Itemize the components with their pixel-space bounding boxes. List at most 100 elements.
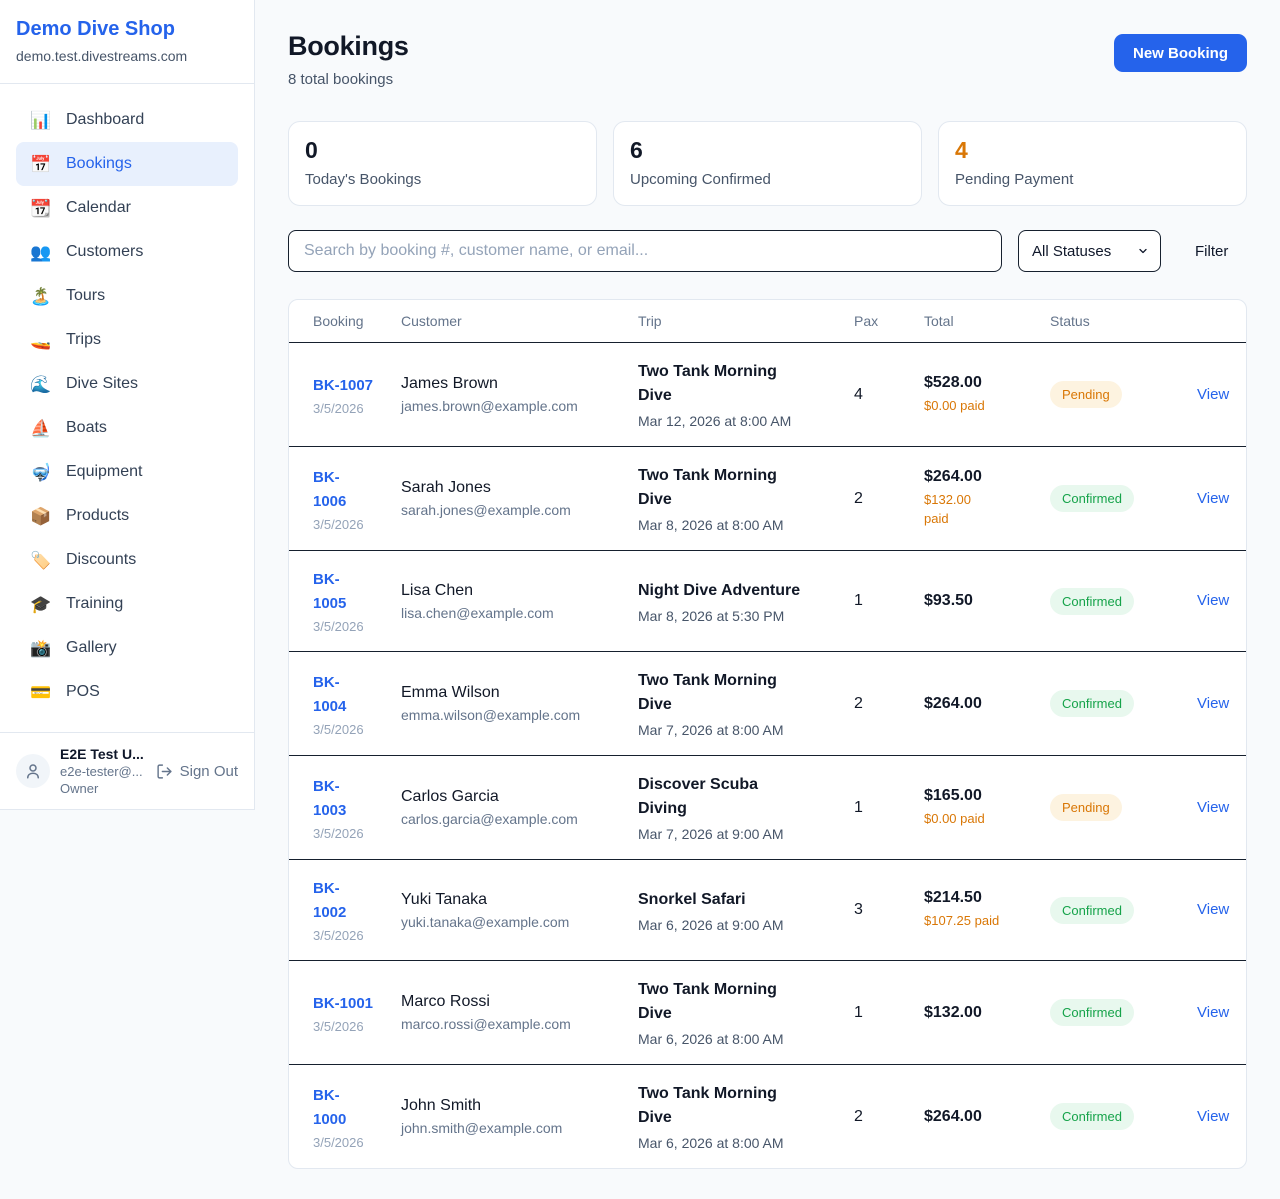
trip-name: Night Dive Adventure — [638, 579, 846, 603]
stat-label: Today's Bookings — [305, 171, 580, 188]
view-link[interactable]: View — [1197, 1004, 1229, 1021]
stat-card-upcoming-confirmed: 6 Upcoming Confirmed — [613, 121, 922, 206]
status-badge: Confirmed — [1050, 485, 1134, 512]
customer-name: Yuki Tanaka — [401, 891, 630, 909]
pos-icon: 💳 — [30, 684, 52, 701]
trip-datetime: Mar 6, 2026 at 8:00 AM — [638, 1031, 846, 1047]
sidebar-user-footer: E2E Test U... e2e-tester@... Owner Sign … — [0, 732, 254, 809]
sidebar-item-trips[interactable]: 🚤 Trips — [16, 318, 238, 362]
trip-name: Discover Scuba Diving — [638, 773, 846, 821]
trip-name: Two Tank Morning Dive — [638, 360, 846, 408]
booking-id-link[interactable]: BK- 1003 — [313, 775, 346, 823]
sidebar-item-calendar[interactable]: 📆 Calendar — [16, 186, 238, 230]
brand-title: Demo Dive Shop — [16, 17, 238, 41]
table-row: BK- 1005 3/5/2026 Lisa Chen lisa.chen@ex… — [289, 551, 1246, 652]
stat-value: 0 — [305, 137, 580, 164]
booking-id-link[interactable]: BK- 1005 — [313, 568, 346, 616]
view-link[interactable]: View — [1197, 386, 1229, 403]
page-title: Bookings — [288, 31, 409, 62]
sidebar-item-dashboard[interactable]: 📊 Dashboard — [16, 98, 238, 142]
sidebar-item-label: Tours — [66, 287, 105, 305]
discounts-icon: 🏷️ — [30, 552, 52, 569]
pax-count: 2 — [854, 695, 863, 712]
customer-name: John Smith — [401, 1097, 630, 1115]
view-link[interactable]: View — [1197, 799, 1229, 816]
trip-datetime: Mar 6, 2026 at 9:00 AM — [638, 917, 846, 933]
training-icon: 🎓 — [30, 596, 52, 613]
total-amount: $264.00 — [924, 468, 1042, 486]
total-amount: $165.00 — [924, 787, 1042, 805]
bookings-table: Booking Customer Trip Pax Total Status B… — [289, 300, 1246, 1168]
chevron-down-icon — [1137, 245, 1149, 257]
sidebar-item-label: Dashboard — [66, 111, 144, 129]
sidebar-item-products[interactable]: 📦 Products — [16, 494, 238, 538]
booking-id-link[interactable]: BK-1007 — [313, 374, 373, 398]
sidebar-item-tours[interactable]: 🏝️ Tours — [16, 274, 238, 318]
bookings-icon: 📅 — [30, 156, 52, 173]
pax-count: 2 — [854, 490, 863, 507]
pax-count: 2 — [854, 1108, 863, 1125]
trips-icon: 🚤 — [30, 332, 52, 349]
status-select[interactable]: All Statuses — [1018, 230, 1161, 272]
trip-name: Snorkel Safari — [638, 888, 846, 912]
booking-date: 3/5/2026 — [313, 928, 393, 943]
view-link[interactable]: View — [1197, 490, 1229, 507]
sidebar-item-label: Equipment — [66, 463, 143, 481]
sign-out-button[interactable]: Sign Out — [156, 763, 238, 780]
trip-name: Two Tank Morning Dive — [638, 669, 846, 717]
table-header-row: Booking Customer Trip Pax Total Status — [289, 300, 1246, 343]
status-badge: Confirmed — [1050, 999, 1134, 1026]
sidebar-item-discounts[interactable]: 🏷️ Discounts — [16, 538, 238, 582]
column-header-actions — [1173, 300, 1246, 343]
table-row: BK- 1006 3/5/2026 Sarah Jones sarah.jone… — [289, 447, 1246, 551]
sidebar-item-boats[interactable]: ⛵ Boats — [16, 406, 238, 450]
customer-name: Carlos Garcia — [401, 788, 630, 806]
trip-name: Two Tank Morning Dive — [638, 978, 846, 1026]
view-link[interactable]: View — [1197, 1108, 1229, 1125]
total-amount: $93.50 — [924, 592, 1042, 610]
page-subtitle: 8 total bookings — [288, 71, 409, 88]
sidebar-nav: 📊 Dashboard 📅 Bookings 📆 Calendar 👥 Cust… — [0, 84, 254, 732]
sidebar-item-label: Dive Sites — [66, 375, 138, 393]
view-link[interactable]: View — [1197, 901, 1229, 918]
booking-id-link[interactable]: BK- 1004 — [313, 671, 346, 719]
paid-amount: $0.00 paid — [924, 397, 1042, 416]
sidebar-item-equipment[interactable]: 🤿 Equipment — [16, 450, 238, 494]
pax-count: 1 — [854, 1004, 863, 1021]
trip-name: Two Tank Morning Dive — [638, 464, 846, 512]
status-badge: Confirmed — [1050, 690, 1134, 717]
booking-id-link[interactable]: BK- 1000 — [313, 1084, 346, 1132]
customer-email: john.smith@example.com — [401, 1120, 630, 1136]
pax-count: 1 — [854, 799, 863, 816]
sidebar-item-customers[interactable]: 👥 Customers — [16, 230, 238, 274]
view-link[interactable]: View — [1197, 592, 1229, 609]
user-meta: E2E Test U... e2e-tester@... Owner — [60, 746, 146, 796]
sidebar-item-gallery[interactable]: 📸 Gallery — [16, 626, 238, 670]
sidebar-item-bookings[interactable]: 📅 Bookings — [16, 142, 238, 186]
booking-date: 3/5/2026 — [313, 1135, 393, 1150]
stat-label: Upcoming Confirmed — [630, 171, 905, 188]
stat-label: Pending Payment — [955, 171, 1230, 188]
pax-count: 4 — [854, 386, 863, 403]
booking-id-link[interactable]: BK- 1006 — [313, 466, 346, 514]
search-input[interactable] — [288, 230, 1002, 272]
filter-button[interactable]: Filter — [1195, 243, 1228, 260]
booking-id-link[interactable]: BK-1001 — [313, 992, 373, 1016]
trip-datetime: Mar 6, 2026 at 8:00 AM — [638, 1135, 846, 1151]
sidebar-item-training[interactable]: 🎓 Training — [16, 582, 238, 626]
stats-row: 0 Today's Bookings 6 Upcoming Confirmed … — [288, 121, 1247, 206]
status-badge: Confirmed — [1050, 897, 1134, 924]
sidebar-header: Demo Dive Shop demo.test.divestreams.com — [0, 0, 254, 84]
trip-datetime: Mar 12, 2026 at 8:00 AM — [638, 413, 846, 429]
booking-date: 3/5/2026 — [313, 619, 393, 634]
sidebar-item-dive-sites[interactable]: 🌊 Dive Sites — [16, 362, 238, 406]
sidebar-item-pos[interactable]: 💳 POS — [16, 670, 238, 714]
view-link[interactable]: View — [1197, 695, 1229, 712]
sidebar-item-label: Products — [66, 507, 129, 525]
new-booking-button[interactable]: New Booking — [1114, 34, 1247, 72]
total-amount: $214.50 — [924, 889, 1042, 907]
status-badge: Pending — [1050, 794, 1122, 821]
booking-id-link[interactable]: BK- 1002 — [313, 877, 346, 925]
table-row: BK- 1002 3/5/2026 Yuki Tanaka yuki.tanak… — [289, 860, 1246, 961]
customer-email: marco.rossi@example.com — [401, 1016, 630, 1032]
